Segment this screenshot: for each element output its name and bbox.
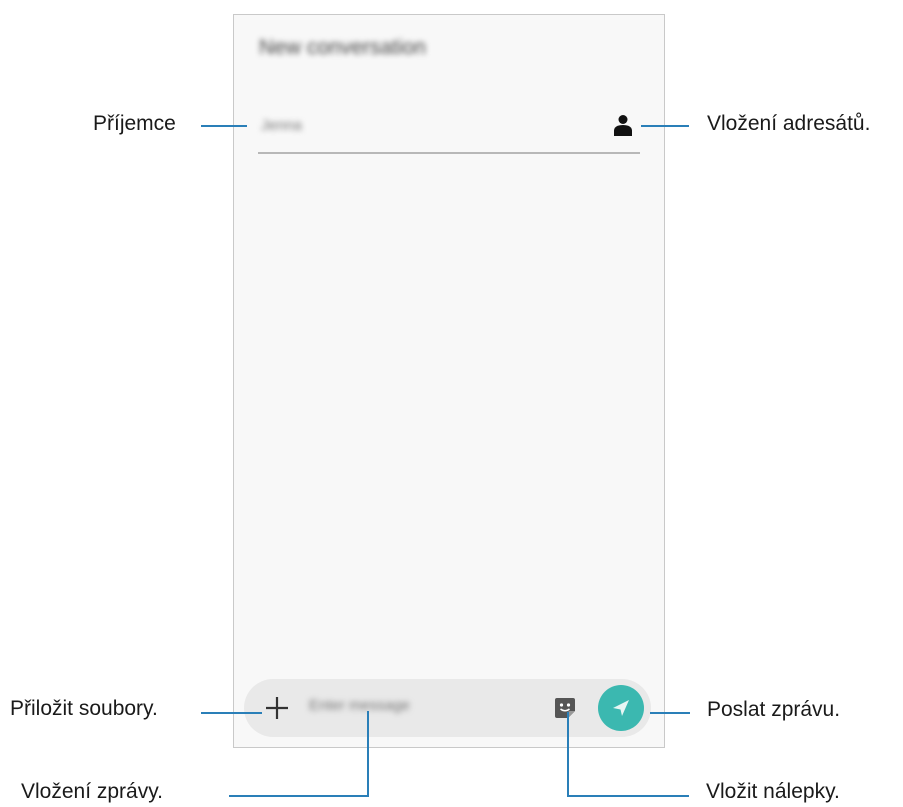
callout-add-contacts: Vložení adresátů.	[707, 112, 871, 135]
callout-recipient: Příjemce	[93, 112, 176, 135]
callout-line-enter-message	[229, 795, 369, 797]
recipient-input[interactable]	[261, 117, 461, 134]
callout-line-enter-message	[367, 711, 369, 796]
callout-line-insert-stickers	[567, 712, 569, 796]
send-icon	[613, 700, 629, 716]
callout-send-message: Poslat zprávu.	[707, 698, 841, 721]
sticker-icon[interactable]	[554, 696, 576, 720]
callout-insert-stickers: Vložit nálepky.	[706, 780, 840, 803]
person-icon[interactable]	[614, 114, 632, 136]
callout-attach-files: Přiložit soubory.	[10, 697, 158, 720]
send-button[interactable]	[598, 685, 644, 731]
callout-line-add-contacts	[641, 125, 689, 127]
plus-icon[interactable]	[264, 695, 290, 721]
recipient-divider	[258, 152, 640, 154]
callout-line-attach-files	[201, 712, 262, 714]
compose-bar	[244, 679, 651, 737]
callout-line-insert-stickers	[567, 795, 689, 797]
callout-line-recipient	[201, 125, 247, 127]
callout-line-send-message	[650, 712, 690, 714]
phone-screen: New conversation	[233, 14, 665, 748]
page-title: New conversation	[259, 36, 426, 59]
message-input[interactable]	[309, 697, 509, 714]
callout-enter-message: Vložení zprávy.	[21, 780, 164, 803]
